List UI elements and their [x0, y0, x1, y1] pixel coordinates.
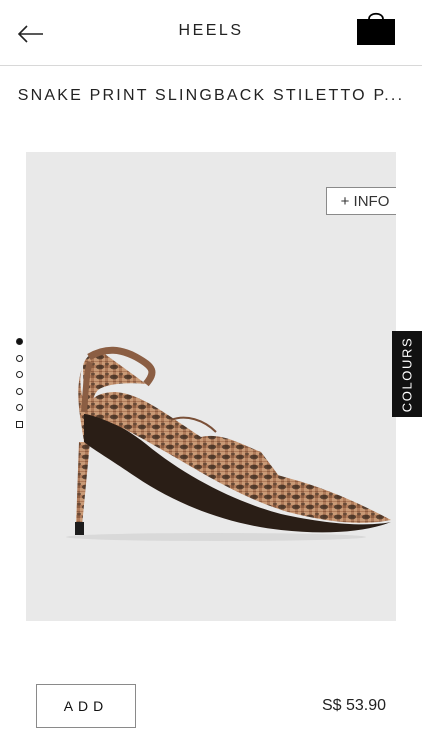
colours-tab-label: COLOURS: [399, 336, 415, 412]
colours-tab[interactable]: COLOURS: [392, 331, 422, 417]
product-image-panel[interactable]: + INFO: [26, 152, 396, 621]
pagination-dot[interactable]: [16, 371, 23, 378]
product-price: S$ 53.90: [321, 697, 386, 714]
product-image: [66, 346, 391, 541]
pagination-dot[interactable]: [16, 338, 23, 345]
video-pagination-dot[interactable]: [16, 420, 23, 428]
gallery-pagination: [16, 338, 26, 437]
pagination-dot[interactable]: [16, 354, 23, 362]
pagination-dot[interactable]: [16, 404, 23, 411]
add-to-bag-button[interactable]: ADD: [36, 684, 136, 728]
shopping-bag-button[interactable]: [356, 10, 396, 46]
top-bar: HEELS: [0, 0, 422, 66]
shopping-bag-icon: [357, 12, 395, 45]
product-name: SNAKE PRINT SLINGBACK STILETTO P...: [17, 87, 405, 104]
info-button[interactable]: + INFO: [326, 187, 396, 215]
pagination-dot[interactable]: [16, 387, 23, 395]
